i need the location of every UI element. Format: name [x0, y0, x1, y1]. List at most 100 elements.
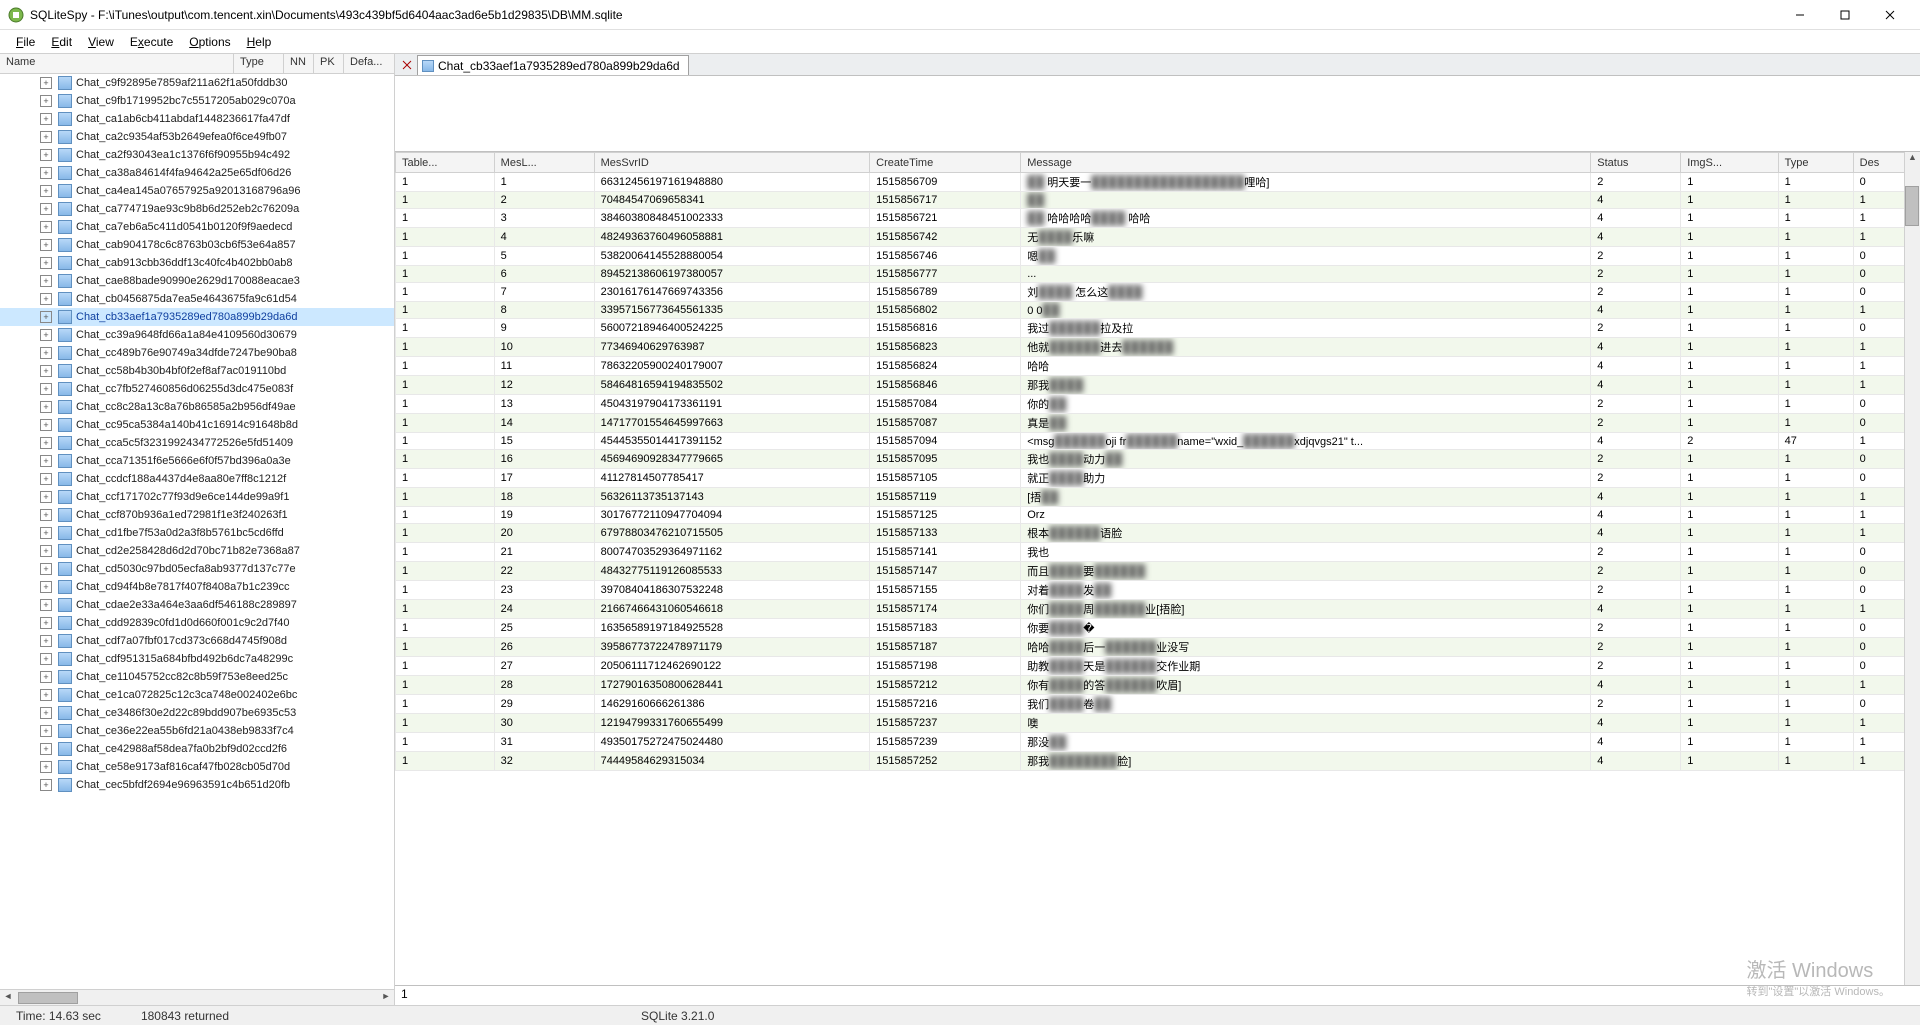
expand-icon[interactable]: + [40, 365, 52, 377]
grid-cell[interactable]: 1515857105 [870, 469, 1021, 488]
scroll-right-icon[interactable]: ► [378, 991, 394, 1005]
grid-row[interactable]: 118563261137351371431515857119[捂██4111 [396, 488, 1920, 507]
grid-cell[interactable]: 嗯██ [1021, 247, 1591, 266]
expand-icon[interactable]: + [40, 257, 52, 269]
grid-cell[interactable]: 1515857239 [870, 733, 1021, 752]
grid-cell[interactable]: 1 [396, 562, 495, 581]
tree-table-item[interactable]: +Chat_cca71351f6e5666e6f0f57bd396a0a3e [0, 452, 394, 470]
tree-table-item[interactable]: +Chat_ccf870b936a1ed72981f1e3f240263f1 [0, 506, 394, 524]
grid-cell[interactable]: 1 [1778, 283, 1853, 302]
grid-column-header[interactable]: ImgS... [1681, 153, 1778, 173]
grid-cell[interactable]: 1 [1681, 695, 1778, 714]
grid-cell[interactable]: 2 [1591, 319, 1681, 338]
tree-table-item[interactable]: +Chat_ce42988af58dea7fa0b2bf9d02ccd2f6 [0, 740, 394, 758]
grid-cell[interactable]: 1515857133 [870, 524, 1021, 543]
tree-table-item[interactable]: +Chat_cb0456875da7ea5e4643675fa9c61d54 [0, 290, 394, 308]
grid-cell[interactable]: 1 [396, 266, 495, 283]
grid-cell[interactable]: 2 [1591, 173, 1681, 192]
grid-row[interactable]: 131493501752724750244801515857239那没██411… [396, 733, 1920, 752]
grid-row[interactable]: 113450431979041733611911515857084你的██211… [396, 395, 1920, 414]
grid-cell[interactable]: 1 [396, 695, 495, 714]
grid-cell[interactable]: 32 [494, 752, 594, 771]
grid-cell[interactable]: 1515857216 [870, 695, 1021, 714]
grid-cell[interactable]: 1 [1778, 524, 1853, 543]
tree-table-item[interactable]: +Chat_cc8c28a13c8a76b86585a2b956df49ae [0, 398, 394, 416]
grid-cell[interactable]: ██ 明天要一██████████████████哩哈] [1021, 173, 1591, 192]
grid-cell[interactable]: 4 [1591, 209, 1681, 228]
grid-cell[interactable]: 1 [1778, 657, 1853, 676]
grid-cell[interactable]: 1 [494, 173, 594, 192]
grid-cell[interactable]: 1 [1778, 450, 1853, 469]
tree-table-item[interactable]: +Chat_cec5bfdf2694e96963591c4b651d20fb [0, 776, 394, 794]
expand-icon[interactable]: + [40, 779, 52, 791]
grid-cell[interactable]: 真是██ [1021, 414, 1591, 433]
grid-cell[interactable]: ██ 哈哈哈哈████ 哈哈 [1021, 209, 1591, 228]
grid-cell[interactable]: 1 [396, 488, 495, 507]
expand-icon[interactable]: + [40, 113, 52, 125]
grid-cell[interactable]: 1515857187 [870, 638, 1021, 657]
grid-cell[interactable]: 78632205900240179007 [594, 357, 870, 376]
grid-column-header[interactable]: MesSvrID [594, 153, 870, 173]
grid-cell[interactable]: 25 [494, 619, 594, 638]
grid-cell[interactable]: 38460380848451002333 [594, 209, 870, 228]
grid-row[interactable]: 128172790163508006284411515857212你有████的… [396, 676, 1920, 695]
grid-cell[interactable]: 56326113735137143 [594, 488, 870, 507]
grid-cell[interactable]: 19 [494, 507, 594, 524]
grid-cell[interactable]: 1 [1778, 209, 1853, 228]
grid-cell[interactable]: 4 [1591, 507, 1681, 524]
grid-cell[interactable]: 你要████� [1021, 619, 1591, 638]
grid-cell[interactable]: 39586773722478971179 [594, 638, 870, 657]
grid-cell[interactable]: 20 [494, 524, 594, 543]
grid-cell[interactable]: 30176772110947704094 [594, 507, 870, 524]
grid-cell[interactable]: 1 [1778, 507, 1853, 524]
tree-table-item[interactable]: +Chat_cc58b4b30b4bf0f2ef8af7ac019110bd [0, 362, 394, 380]
grid-cell[interactable]: 1515856717 [870, 192, 1021, 209]
expand-icon[interactable]: + [40, 599, 52, 611]
grid-column-header[interactable]: Status [1591, 153, 1681, 173]
expand-icon[interactable]: + [40, 401, 52, 413]
grid-cell[interactable]: 12194799331760655499 [594, 714, 870, 733]
grid-cell[interactable]: 4 [1591, 192, 1681, 209]
grid-cell[interactable]: 哈哈 [1021, 357, 1591, 376]
grid-cell[interactable]: 1 [396, 524, 495, 543]
grid-cell[interactable]: 1 [1778, 676, 1853, 695]
grid-row[interactable]: 17230161761476697433561515856789刘████ 怎么… [396, 283, 1920, 302]
tree-table-item[interactable]: +Chat_ce11045752cc82c8b59f753e8eed25c [0, 668, 394, 686]
grid-cell[interactable]: 1515857141 [870, 543, 1021, 562]
expand-icon[interactable]: + [40, 743, 52, 755]
expand-icon[interactable]: + [40, 545, 52, 557]
expand-icon[interactable]: + [40, 509, 52, 521]
grid-cell[interactable]: 1 [396, 283, 495, 302]
menu-view[interactable]: View [80, 33, 122, 51]
grid-cell[interactable]: 2 [1591, 562, 1681, 581]
grid-cell[interactable]: 1 [1778, 173, 1853, 192]
grid-cell[interactable]: 28 [494, 676, 594, 695]
scroll-left-icon[interactable]: ◄ [0, 991, 16, 1005]
grid-cell[interactable]: 1 [1778, 488, 1853, 507]
grid-cell[interactable]: 0 0██ [1021, 302, 1591, 319]
tree-hscroll[interactable]: ◄ ► [0, 989, 394, 1005]
grid-cell[interactable]: 1 [1681, 228, 1778, 247]
grid-cell[interactable]: 1515857087 [870, 414, 1021, 433]
grid-cell[interactable]: 1 [1778, 600, 1853, 619]
grid-cell[interactable]: 他就██████进去██████ [1021, 338, 1591, 357]
tree-table-item[interactable]: +Chat_ccf171702c77f93d9e6ce144de99a9f1 [0, 488, 394, 506]
grid-cell[interactable]: 1 [1681, 543, 1778, 562]
grid-cell[interactable]: 4 [1591, 357, 1681, 376]
grid-cell[interactable]: 1 [1681, 524, 1778, 543]
expand-icon[interactable]: + [40, 185, 52, 197]
grid-cell[interactable]: 24 [494, 600, 594, 619]
grid-cell[interactable]: 41127814507785417 [594, 469, 870, 488]
grid-row[interactable]: 12704845470696583411515856717██4111 [396, 192, 1920, 209]
tree-table-item[interactable]: +Chat_cdd92839c0fd1d0d660f001c9c2d7f40 [0, 614, 394, 632]
grid-cell[interactable]: 21 [494, 543, 594, 562]
grid-row[interactable]: 119301767721109477040941515857125Orz4111 [396, 507, 1920, 524]
tree-table-item[interactable]: +Chat_cdae2e33a464e3aa6df546188c289897 [0, 596, 394, 614]
expand-icon[interactable]: + [40, 95, 52, 107]
grid-cell[interactable]: 1 [396, 173, 495, 192]
grid-cell[interactable]: 1 [396, 228, 495, 247]
grid-cell[interactable]: 1515857155 [870, 581, 1021, 600]
expand-icon[interactable]: + [40, 77, 52, 89]
grid-cell[interactable]: 22 [494, 562, 594, 581]
grid-cell[interactable]: 1515857125 [870, 507, 1021, 524]
